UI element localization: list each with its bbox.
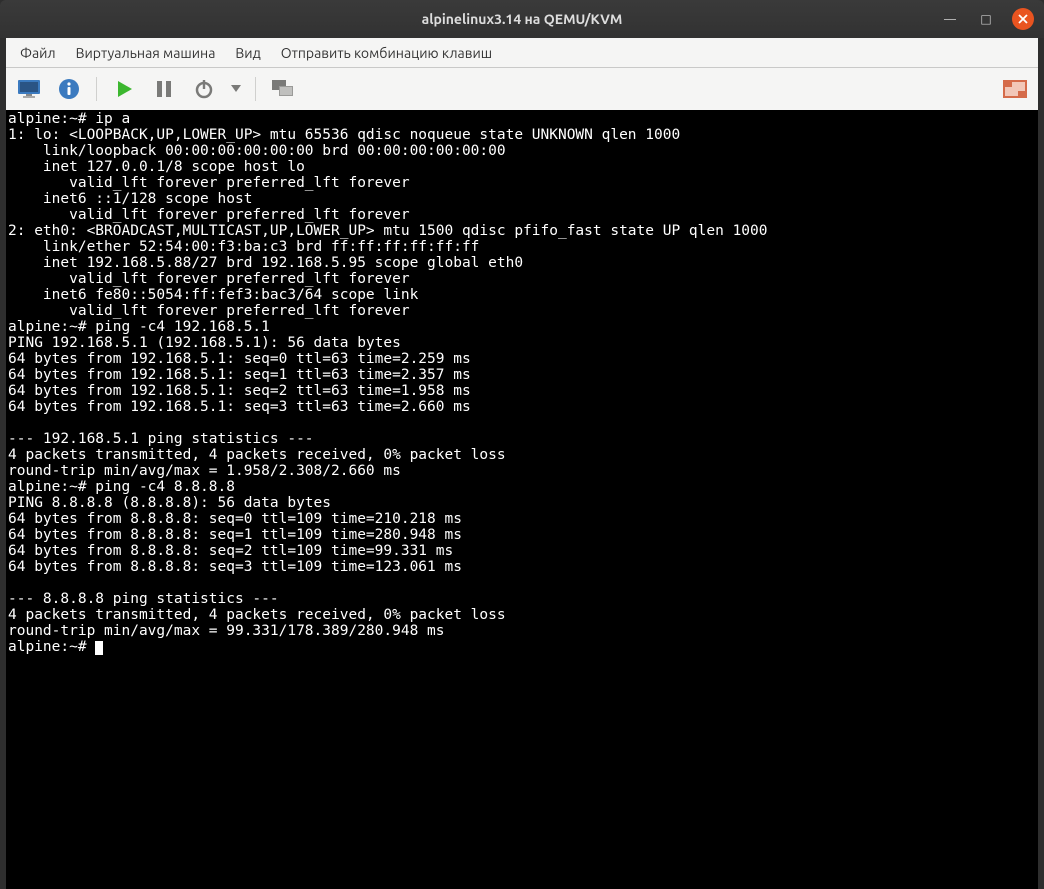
- power-icon: [194, 79, 214, 99]
- snapshots-icon: [271, 79, 295, 99]
- play-button[interactable]: [107, 73, 141, 105]
- info-button[interactable]: [52, 73, 86, 105]
- menu-virtual-machine[interactable]: Виртуальная машина: [68, 41, 224, 65]
- terminal-line: valid_lft forever preferred_lft forever: [8, 271, 410, 287]
- pause-button[interactable]: [147, 73, 181, 105]
- close-icon: [1018, 14, 1028, 24]
- power-dropdown-button[interactable]: [227, 73, 245, 105]
- terminal-line: alpine:~# ping -c4 192.168.5.1: [8, 319, 270, 335]
- menubar: Файл Виртуальная машина Вид Отправить ко…: [6, 38, 1038, 68]
- terminal-line: alpine:~# ip a: [8, 111, 130, 127]
- terminal-line: 64 bytes from 8.8.8.8: seq=2 ttl=109 tim…: [8, 543, 453, 559]
- snapshots-button[interactable]: [266, 73, 300, 105]
- terminal-line: 64 bytes from 192.168.5.1: seq=3 ttl=63 …: [8, 399, 471, 415]
- menu-send-key[interactable]: Отправить комбинацию клавиш: [273, 41, 500, 65]
- window-titlebar: alpinelinux3.14 на QEMU/KVM — □: [0, 0, 1044, 38]
- terminal-line: 64 bytes from 8.8.8.8: seq=1 ttl=109 tim…: [8, 527, 462, 543]
- terminal-line: link/ether 52:54:00:f3:ba:c3 brd ff:ff:f…: [8, 239, 479, 255]
- fullscreen-button[interactable]: [998, 73, 1032, 105]
- play-icon: [114, 79, 134, 99]
- terminal-line: inet6 fe80::5054:ff:fef3:bac3/64 scope l…: [8, 287, 418, 303]
- terminal-cursor: [95, 641, 103, 655]
- minimize-button[interactable]: —: [940, 9, 960, 29]
- terminal-line: alpine:~#: [8, 639, 95, 655]
- toolbar-separator-2: [255, 77, 256, 101]
- terminal-line: --- 192.168.5.1 ping statistics ---: [8, 431, 314, 447]
- console-icon: [17, 79, 41, 99]
- window-title: alpinelinux3.14 на QEMU/KVM: [422, 11, 623, 27]
- terminal-line: 64 bytes from 192.168.5.1: seq=1 ttl=63 …: [8, 367, 471, 383]
- toolbar-separator: [96, 77, 97, 101]
- maximize-button[interactable]: □: [976, 9, 996, 29]
- terminal-line: --- 8.8.8.8 ping statistics ---: [8, 591, 279, 607]
- terminal-line: link/loopback 00:00:00:00:00:00 brd 00:0…: [8, 143, 506, 159]
- terminal-line: alpine:~# ping -c4 8.8.8.8: [8, 479, 235, 495]
- pause-icon: [155, 79, 173, 99]
- terminal-line: round-trip min/avg/max = 1.958/2.308/2.6…: [8, 463, 401, 479]
- terminal-line: PING 192.168.5.1 (192.168.5.1): 56 data …: [8, 335, 401, 351]
- power-button[interactable]: [187, 73, 221, 105]
- terminal-line: 64 bytes from 192.168.5.1: seq=0 ttl=63 …: [8, 351, 471, 367]
- terminal-line: PING 8.8.8.8 (8.8.8.8): 56 data bytes: [8, 495, 331, 511]
- terminal-line: inet6 ::1/128 scope host: [8, 191, 252, 207]
- terminal-line: inet 192.168.5.88/27 brd 192.168.5.95 sc…: [8, 255, 523, 271]
- terminal-line: valid_lft forever preferred_lft forever: [8, 303, 410, 319]
- terminal-line: valid_lft forever preferred_lft forever: [8, 207, 410, 223]
- console-button[interactable]: [12, 73, 46, 105]
- terminal-line: 2: eth0: <BROADCAST,MULTICAST,UP,LOWER_U…: [8, 223, 768, 239]
- toolbar: [6, 68, 1038, 110]
- terminal-line: valid_lft forever preferred_lft forever: [8, 175, 410, 191]
- terminal-line: 64 bytes from 8.8.8.8: seq=0 ttl=109 tim…: [8, 511, 462, 527]
- terminal-line: 4 packets transmitted, 4 packets receive…: [8, 447, 506, 463]
- terminal-line: 64 bytes from 192.168.5.1: seq=2 ttl=63 …: [8, 383, 471, 399]
- info-icon: [58, 78, 80, 100]
- menu-view[interactable]: Вид: [227, 41, 268, 65]
- close-button[interactable]: [1012, 8, 1034, 30]
- fullscreen-icon: [1003, 80, 1027, 98]
- terminal-line: 64 bytes from 8.8.8.8: seq=3 ttl=109 tim…: [8, 559, 462, 575]
- menu-file[interactable]: Файл: [12, 41, 64, 65]
- terminal-line: round-trip min/avg/max = 99.331/178.389/…: [8, 623, 445, 639]
- terminal-line: inet 127.0.0.1/8 scope host lo: [8, 159, 305, 175]
- chevron-down-icon: [231, 85, 241, 93]
- terminal-line: 4 packets transmitted, 4 packets receive…: [8, 607, 506, 623]
- terminal-line: 1: lo: <LOOPBACK,UP,LOWER_UP> mtu 65536 …: [8, 127, 680, 143]
- terminal-output[interactable]: alpine:~# ip a 1: lo: <LOOPBACK,UP,LOWER…: [6, 110, 1038, 889]
